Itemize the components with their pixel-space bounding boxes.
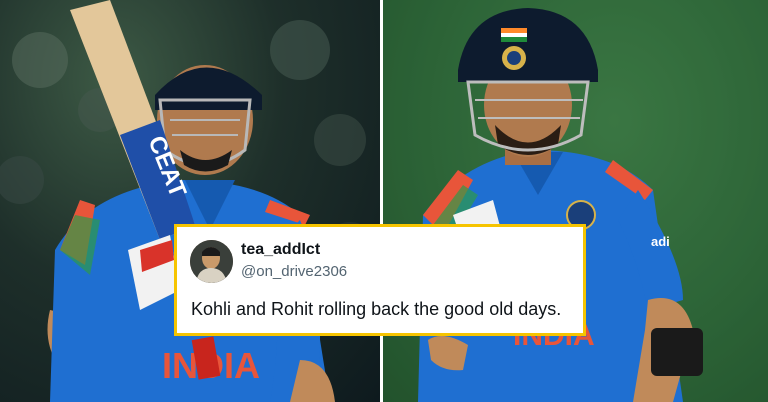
- avatar[interactable]: [190, 240, 233, 283]
- right-photo-illustration: adi INDIA: [383, 0, 768, 402]
- right-photo: adi INDIA: [383, 0, 768, 402]
- tweet-card: tea_addIct @on_drive2306 Kohli and Rohit…: [174, 224, 586, 336]
- sleeve-logo: adi: [651, 234, 670, 249]
- user-handle[interactable]: @on_drive2306: [241, 263, 347, 280]
- left-photo: CEAT INDIA: [0, 0, 380, 402]
- avatar-image: [190, 240, 233, 283]
- left-photo-illustration: CEAT INDIA: [0, 0, 378, 402]
- tweet-text: Kohli and Rohit rolling back the good ol…: [191, 299, 562, 319]
- display-name[interactable]: tea_addIct: [241, 241, 320, 259]
